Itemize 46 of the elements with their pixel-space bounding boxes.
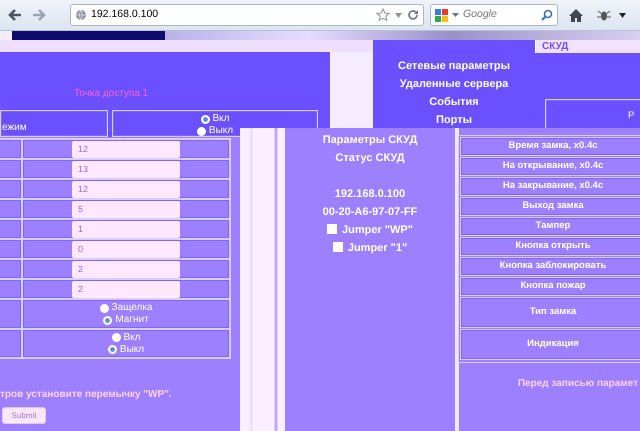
field-label: На закрывание, x0.4с bbox=[460, 177, 640, 196]
row-label: Р bbox=[628, 109, 634, 123]
field-label: Тампер bbox=[460, 217, 640, 236]
field-label: Кнопка заблокировать bbox=[460, 257, 640, 276]
radio-option[interactable]: Выкл bbox=[108, 344, 144, 356]
field-label: Кнопка открыть bbox=[460, 237, 640, 256]
jumper-checkbox[interactable]: Jumper "WP" bbox=[327, 221, 413, 239]
mac-address: 00-20-A6-97-07-FF bbox=[322, 205, 418, 220]
row-label: ежим bbox=[0, 110, 108, 137]
radio-option[interactable]: Вкл bbox=[112, 332, 140, 344]
menu-link[interactable]: Удаленные сервера bbox=[400, 75, 508, 93]
home-icon[interactable] bbox=[568, 8, 584, 22]
submit-button[interactable]: Submit bbox=[2, 407, 46, 424]
search-field[interactable]: Google bbox=[430, 4, 558, 26]
notice-text: тров установите перемычку "WP". bbox=[0, 388, 172, 402]
colored-squares-icon[interactable] bbox=[435, 8, 448, 22]
field-label: Выход замка bbox=[460, 197, 640, 216]
panel-title: СКУД bbox=[542, 40, 568, 53]
jumper-checkbox[interactable]: Jumper "1" bbox=[332, 239, 408, 257]
menu-link[interactable]: Сетевые параметры bbox=[398, 57, 510, 75]
radio-option[interactable]: Защелка bbox=[100, 302, 152, 314]
status-heading: Статус СКУД bbox=[335, 151, 405, 166]
search-input[interactable]: Google bbox=[463, 7, 537, 23]
back-icon[interactable] bbox=[6, 7, 24, 23]
field-label: Тип замка bbox=[460, 297, 640, 328]
field-label: Индикация bbox=[460, 329, 640, 360]
section-title: Точка доступа 1 bbox=[74, 87, 148, 101]
globe-icon[interactable] bbox=[75, 9, 87, 21]
field-label: Время замка, x0.4с bbox=[460, 137, 640, 156]
menu-link[interactable]: События bbox=[429, 93, 479, 111]
radio-option[interactable]: Выкл bbox=[196, 125, 234, 137]
menu-link[interactable]: Порты bbox=[436, 111, 472, 128]
bug-icon[interactable] bbox=[596, 8, 612, 22]
field-label: Кнопка пожар bbox=[460, 277, 640, 296]
field-label: На открывание, x0.4с bbox=[460, 157, 640, 176]
reload-icon[interactable] bbox=[407, 9, 419, 21]
url-text: 192.168.0.100 bbox=[91, 7, 160, 22]
star-icon[interactable] bbox=[376, 8, 390, 22]
notice-text: Перед записью парамет bbox=[518, 377, 638, 391]
status-heading: Параметры СКУД bbox=[322, 133, 418, 148]
caret-icon[interactable] bbox=[618, 11, 627, 19]
ip-address: 192.168.0.100 bbox=[334, 187, 406, 202]
radio-option[interactable]: Вкл bbox=[200, 113, 230, 125]
radio-option[interactable]: Магнит bbox=[103, 314, 149, 326]
search-icon[interactable] bbox=[541, 9, 553, 21]
address-bar[interactable]: 192.168.0.100 bbox=[70, 4, 424, 26]
